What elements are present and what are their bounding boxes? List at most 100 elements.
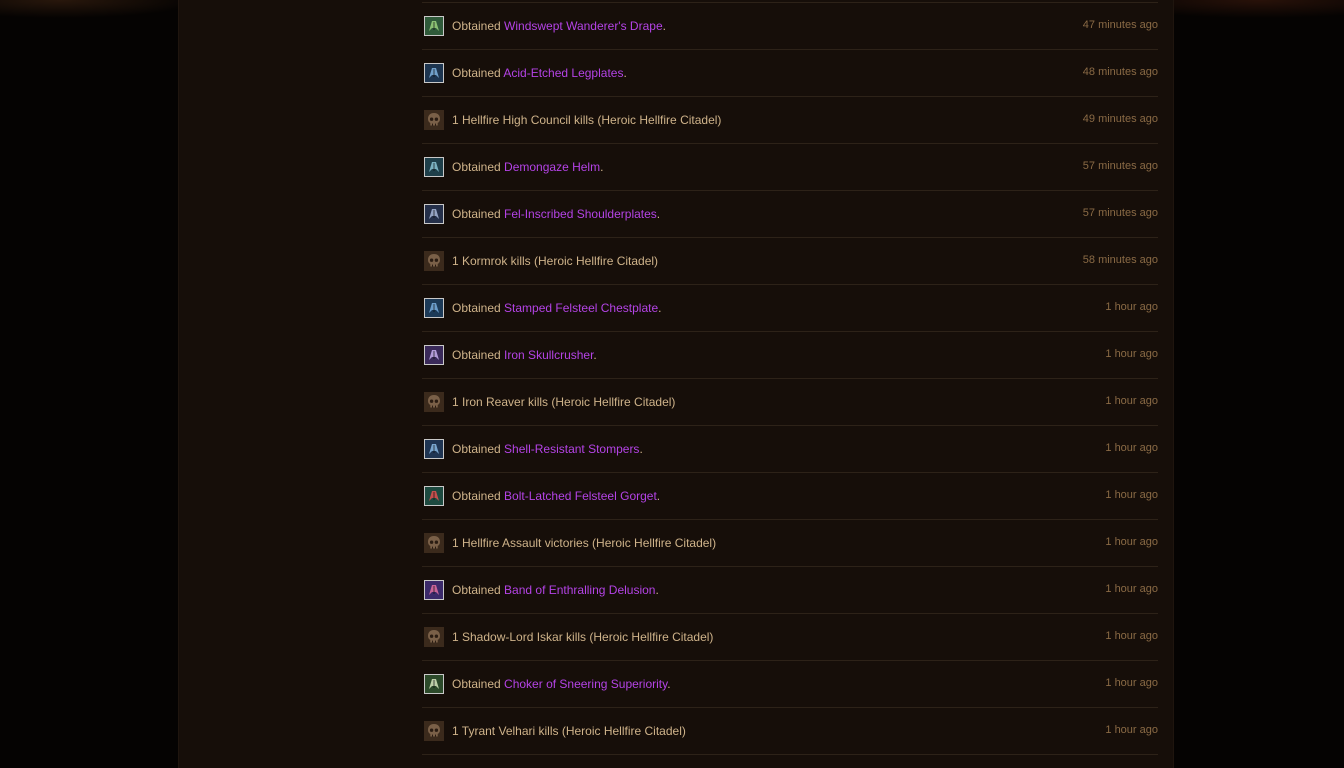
timestamp: 57 minutes ago [1082, 207, 1158, 219]
feed-row-loot: Obtained Choker of Sneering Superiority.… [422, 661, 1158, 708]
item-suffix: . [593, 348, 597, 362]
item-suffix: . [656, 489, 661, 503]
obtained-label: Obtained [452, 489, 501, 503]
item-link[interactable]: Iron Skullcrusher [504, 348, 593, 362]
timestamp: 1 hour ago [1105, 536, 1158, 548]
item-link[interactable]: Shell-Resistant Stompers [504, 442, 639, 456]
feed-row-kill: 1 Iron Reaver kills (Heroic Hellfire Cit… [422, 379, 1158, 426]
feed-row-loot: Obtained Demongaze Helm. 57 minutes ago [422, 144, 1158, 191]
item-link[interactable]: Windswept Wanderer's Drape [504, 19, 663, 33]
feed-row-kill: 1 Tyrant Velhari kills (Heroic Hellfire … [422, 708, 1158, 755]
obtained-label: Obtained [452, 160, 501, 174]
obtained-label: Obtained [452, 583, 501, 597]
feed-row-loot: Obtained Windswept Wanderer's Drape. 47 m… [422, 3, 1158, 50]
kill-text: 1 Hellfire Assault victories (Heroic Hel… [452, 536, 717, 550]
feed-text: 1 Hellfire Assault victories (Heroic Hel… [452, 536, 716, 550]
kill-text: 1 Tyrant Velhari kills (Heroic Hellfire … [452, 724, 686, 738]
feed-text: Obtained Bolt-Latched Felsteel Gorget. [452, 489, 660, 503]
skull-icon [424, 627, 444, 647]
timestamp: 1 hour ago [1105, 301, 1158, 313]
kill-text: 1 Shadow-Lord Iskar kills (Heroic Hellfi… [452, 630, 714, 644]
timestamp: 1 hour ago [1105, 677, 1158, 689]
chestplate-icon[interactable] [424, 298, 444, 318]
obtained-label: Obtained [452, 442, 501, 456]
necklace-icon[interactable] [424, 674, 444, 694]
feed-row-kill: 1 Shadow-Lord Iskar kills (Heroic Hellfi… [422, 614, 1158, 661]
timestamp: 1 hour ago [1105, 395, 1158, 407]
shoulderplates-icon[interactable] [424, 204, 444, 224]
item-suffix: . [667, 677, 671, 691]
feed-text: 1 Shadow-Lord Iskar kills (Heroic Hellfi… [452, 630, 713, 644]
skull-icon [424, 721, 444, 741]
feed-row-loot: Obtained Band of Enthralling Delusion. 1 … [422, 567, 1158, 614]
timestamp: 1 hour ago [1105, 442, 1158, 454]
feed-text: 1 Hellfire High Council kills (Heroic He… [452, 113, 721, 127]
feed-text: 1 Tyrant Velhari kills (Heroic Hellfire … [452, 724, 686, 738]
item-link[interactable]: Fel-Inscribed Shoulderplates [504, 207, 657, 221]
timestamp: 1 hour ago [1105, 630, 1158, 642]
timestamp: 1 hour ago [1105, 583, 1158, 595]
timestamp: 57 minutes ago [1082, 160, 1158, 172]
item-suffix: . [655, 583, 659, 597]
feed-row-loot: Obtained Fel-Inscribed Shoulderplates. 57… [422, 191, 1158, 238]
item-link[interactable]: Choker of Sneering Superiority [504, 677, 667, 691]
feed-text: Obtained Choker of Sneering Superiority. [452, 677, 671, 691]
timestamp: 58 minutes ago [1082, 254, 1158, 266]
obtained-label: Obtained [452, 677, 501, 691]
skull-icon [424, 533, 444, 553]
feed-text: Obtained Windswept Wanderer's Drape. [452, 19, 666, 33]
boots-icon[interactable] [424, 439, 444, 459]
helm-icon[interactable] [424, 157, 444, 177]
obtained-label: Obtained [452, 301, 501, 315]
feed-text: Obtained Demongaze Helm. [452, 160, 603, 174]
timestamp: 48 minutes ago [1082, 66, 1158, 78]
item-suffix: . [623, 66, 627, 80]
feed-row-loot: Obtained Acid-Etched Legplates. 48 minute… [422, 50, 1158, 97]
item-link[interactable]: Acid-Etched Legplates [503, 66, 623, 80]
item-link[interactable]: Band of Enthralling Delusion [504, 583, 655, 597]
feed-row-kill: 1 Kormrok kills (Heroic Hellfire Citadel… [422, 238, 1158, 285]
feed-text: Obtained Acid-Etched Legplates. [452, 66, 627, 80]
mace-icon[interactable] [424, 345, 444, 365]
item-suffix: . [639, 442, 643, 456]
timestamp: 1 hour ago [1105, 348, 1158, 360]
kill-text: 1 Kormrok kills (Heroic Hellfire Citadel… [452, 254, 659, 268]
obtained-label: Obtained [452, 66, 501, 80]
item-link[interactable]: Bolt-Latched Felsteel Gorget [504, 489, 657, 503]
item-suffix: . [662, 19, 666, 33]
timestamp: 1 hour ago [1105, 724, 1158, 736]
timestamp: 49 minutes ago [1082, 113, 1158, 125]
feed-row-loot: Obtained Iron Skullcrusher. 1 hour ago [422, 332, 1158, 379]
kill-text: 1 Iron Reaver kills (Heroic Hellfire Cit… [452, 395, 676, 409]
skull-icon [424, 392, 444, 412]
activity-feed: Obtained Windswept Wanderer's Drape. 47 m… [422, 2, 1158, 755]
item-suffix: . [600, 160, 604, 174]
skull-icon [424, 110, 444, 130]
item-link[interactable]: Demongaze Helm [504, 160, 600, 174]
ring-icon[interactable] [424, 580, 444, 600]
feed-row-loot: Obtained Bolt-Latched Felsteel Gorget. 1 … [422, 473, 1158, 520]
item-suffix: . [658, 301, 662, 315]
feed-text: Obtained Fel-Inscribed Shoulderplates. [452, 207, 660, 221]
timestamp: 47 minutes ago [1082, 19, 1158, 31]
feed-row-kill: 1 Hellfire Assault victories (Heroic Hel… [422, 520, 1158, 567]
feed-row-loot: Obtained Shell-Resistant Stompers. 1 hour… [422, 426, 1158, 473]
kill-text: 1 Hellfire High Council kills (Heroic He… [452, 113, 722, 127]
timestamp: 1 hour ago [1105, 489, 1158, 501]
feed-row-kill: 1 Hellfire High Council kills (Heroic He… [422, 97, 1158, 144]
obtained-label: Obtained [452, 19, 501, 33]
obtained-label: Obtained [452, 348, 501, 362]
cloak-icon[interactable] [424, 16, 444, 36]
feed-row-loot: Obtained Stamped Felsteel Chestplate. 1 h… [422, 285, 1158, 332]
feed-text: 1 Iron Reaver kills (Heroic Hellfire Cit… [452, 395, 675, 409]
gorget-icon[interactable] [424, 486, 444, 506]
feed-text: 1 Kormrok kills (Heroic Hellfire Citadel… [452, 254, 658, 268]
feed-text: Obtained Band of Enthralling Delusion. [452, 583, 659, 597]
obtained-label: Obtained [452, 207, 501, 221]
item-link[interactable]: Stamped Felsteel Chestplate [504, 301, 658, 315]
feed-text: Obtained Iron Skullcrusher. [452, 348, 597, 362]
feed-text: Obtained Stamped Felsteel Chestplate. [452, 301, 661, 315]
skull-icon [424, 251, 444, 271]
legplates-icon[interactable] [424, 63, 444, 83]
feed-text: Obtained Shell-Resistant Stompers. [452, 442, 643, 456]
